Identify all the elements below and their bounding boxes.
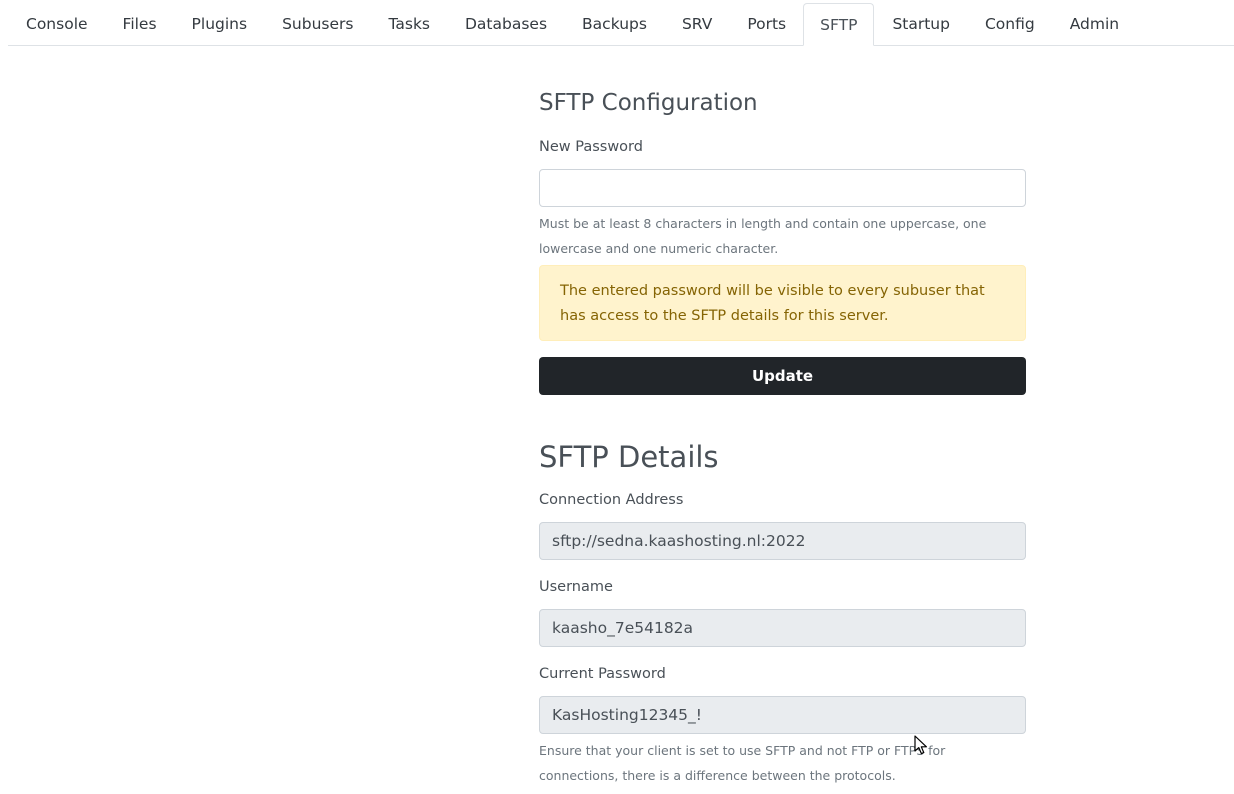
page: Console Files Plugins Subusers Tasks Dat… (0, 0, 1234, 794)
username-label: Username (539, 579, 613, 595)
new-password-input[interactable] (539, 169, 1026, 207)
tab-admin[interactable]: Admin (1052, 3, 1136, 45)
tab-tasks[interactable]: Tasks (370, 3, 447, 45)
new-password-label: New Password (539, 139, 643, 155)
sftp-details-title: SFTP Details (539, 440, 719, 474)
tab-ports[interactable]: Ports (729, 3, 803, 45)
tab-console[interactable]: Console (8, 3, 105, 45)
server-tabs: Console Files Plugins Subusers Tasks Dat… (8, 3, 1234, 46)
sftp-protocol-help: Ensure that your client is set to use SF… (539, 743, 946, 783)
username-field[interactable] (539, 609, 1026, 647)
mouse-pointer-icon (914, 735, 927, 755)
connection-address-label: Connection Address (539, 492, 684, 508)
connection-address-field[interactable] (539, 522, 1026, 560)
current-password-field[interactable] (539, 696, 1026, 734)
tab-srv[interactable]: SRV (664, 3, 729, 45)
tab-plugins[interactable]: Plugins (174, 3, 265, 45)
tab-databases[interactable]: Databases (447, 3, 564, 45)
password-requirements-help: Must be at least 8 characters in length … (539, 216, 987, 256)
tab-config[interactable]: Config (967, 3, 1052, 45)
password-visibility-warning: The entered password will be visible to … (539, 265, 1026, 341)
tab-subusers[interactable]: Subusers (264, 3, 370, 45)
tab-files[interactable]: Files (105, 3, 174, 45)
tab-sftp[interactable]: SFTP (803, 3, 875, 46)
current-password-label: Current Password (539, 666, 666, 682)
tab-startup[interactable]: Startup (874, 3, 967, 45)
sftp-configuration-title: SFTP Configuration (539, 90, 758, 116)
update-button[interactable]: Update (539, 357, 1026, 395)
tab-backups[interactable]: Backups (564, 3, 664, 45)
